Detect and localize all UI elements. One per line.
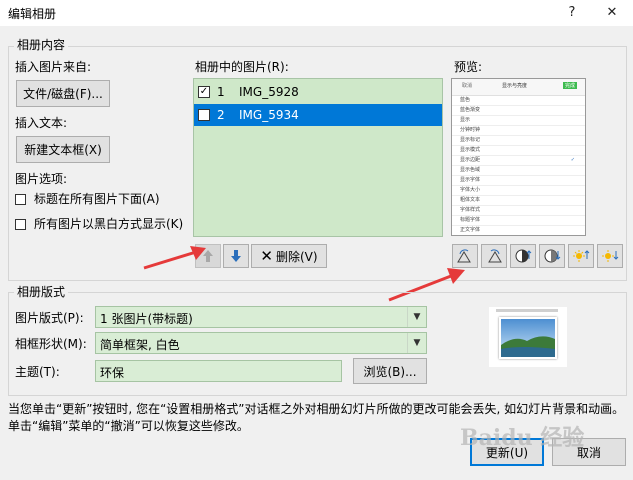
preview-list-row: 分钟时钟 — [452, 126, 585, 136]
black-white-checkbox[interactable] — [15, 219, 26, 230]
preview-header-title: 显示与亮度 — [502, 83, 528, 89]
preview-list-row: 字体大小 — [452, 186, 585, 196]
help-button[interactable]: ? — [552, 0, 592, 26]
picture-number: 2 — [217, 108, 225, 122]
preview-list-row: 标题字体 — [452, 216, 585, 226]
landscape-image — [501, 319, 555, 357]
preview-list-row: 正文字体 — [452, 226, 585, 235]
preview-image: 取消 显示与亮度 完成 蓝色 蓝色渐变 显示 分钟时钟 显示标记 显示模式 显示边距 ✓ 显示色… — [451, 78, 586, 236]
window-title: 编辑相册 — [8, 7, 57, 21]
insert-from-label: 插入图片来自: — [15, 60, 92, 74]
preview-list-row: 显示边距 ✓ — [452, 156, 585, 166]
captions-below-checkbox[interactable] — [15, 194, 26, 205]
picture-checkbox[interactable]: ✓ — [198, 86, 210, 98]
black-white-label: 所有图片以黑白方式显示(K) — [34, 217, 184, 231]
picture-number: 1 — [217, 85, 225, 99]
frame-shape-select[interactable]: 简单框架, 白色 ▼ — [95, 332, 427, 354]
brightness-up-icon — [573, 250, 590, 262]
title-bar: 编辑相册 ? ✕ — [0, 0, 633, 26]
picture-name: IMG_5928 — [239, 85, 299, 99]
preview-label: 预览: — [454, 60, 483, 74]
move-down-button[interactable] — [223, 244, 249, 268]
picture-checkbox[interactable] — [198, 109, 210, 121]
delete-label: 删除(V) — [276, 249, 318, 264]
contrast-down-icon — [544, 249, 561, 263]
preview-list-row: 蓝色 — [452, 96, 585, 106]
frame-shape-label: 相框形状(M): — [15, 337, 87, 351]
rotate-right-button[interactable] — [481, 244, 507, 268]
theme-input[interactable]: 环保 — [95, 360, 342, 382]
picture-layout-select[interactable]: 1 张图片(带标题) ▼ — [95, 306, 427, 328]
preview-list-row: 显示色域 — [452, 166, 585, 176]
theme-label: 主题(T): — [15, 365, 60, 379]
preview-phone-list: 蓝色 蓝色渐变 显示 分钟时钟 显示标记 显示模式 显示边距 ✓ 显示色域 显示字体 字体大小 粗体文… — [452, 96, 585, 235]
picture-name: IMG_5934 — [239, 108, 299, 122]
insert-text-label: 插入文本: — [15, 116, 68, 130]
preview-header-left: 取消 — [462, 83, 473, 89]
preview-list-row: 显示模式 — [452, 146, 585, 156]
chevron-down-icon: ▼ — [407, 307, 426, 327]
close-button[interactable]: ✕ — [592, 0, 632, 26]
picture-layout-value: 1 张图片(带标题) — [100, 312, 193, 326]
list-item[interactable]: ✓ 1 IMG_5928 — [194, 81, 442, 103]
preview-list-row: 蓝色渐变 — [452, 106, 585, 116]
thumbnail-frame — [499, 317, 557, 359]
increase-contrast-button[interactable] — [510, 244, 536, 268]
pictures-in-album-label: 相册中的图片(R): — [195, 60, 289, 74]
layout-thumbnail — [489, 307, 567, 367]
album-layout-legend: 相册版式 — [14, 285, 69, 299]
new-textbox-button[interactable]: 新建文本框(X) — [16, 136, 110, 163]
decrease-contrast-button[interactable] — [539, 244, 565, 268]
delete-x-icon: ✕ — [260, 247, 273, 265]
edit-album-dialog: 编辑相册 ? ✕ 相册内容 插入图片来自: 文件/磁盘(F)... 插入文本: … — [0, 0, 633, 480]
theme-value: 环保 — [100, 366, 125, 380]
preview-list-row: 粗体文本 — [452, 196, 585, 206]
baidu-watermark: Baidu 经验 — [460, 425, 585, 451]
chevron-down-icon: ▼ — [407, 333, 426, 353]
arrow-down-icon — [231, 250, 241, 262]
list-item-selected[interactable]: 2 IMG_5934 — [194, 104, 442, 126]
red-arrow-left — [143, 246, 206, 270]
brightness-down-icon — [602, 250, 619, 262]
decrease-brightness-button[interactable] — [597, 244, 623, 268]
album-content-legend: 相册内容 — [14, 38, 69, 52]
preview-check-icon: ✓ — [570, 157, 575, 163]
picture-layout-label: 图片版式(P): — [15, 311, 84, 325]
thumbnail-title-bar — [496, 309, 558, 312]
contrast-up-icon — [515, 249, 532, 263]
preview-list-row: 显示字体 — [452, 176, 585, 186]
preview-list-row: 字体样式 — [452, 206, 585, 216]
frame-shape-value: 简单框架, 白色 — [100, 338, 180, 352]
increase-brightness-button[interactable] — [568, 244, 594, 268]
file-disk-button[interactable]: 文件/磁盘(F)... — [16, 80, 110, 107]
picture-options-label: 图片选项: — [15, 172, 68, 186]
preview-list-row: 显示标记 — [452, 136, 585, 146]
preview-header-right: 完成 — [562, 82, 577, 89]
rotate-right-icon — [488, 249, 502, 263]
delete-button[interactable]: ✕ 删除(V) — [251, 244, 327, 268]
browse-button[interactable]: 浏览(B)... — [353, 358, 427, 384]
captions-below-label: 标题在所有图片下面(A) — [34, 192, 160, 206]
pictures-listbox[interactable]: ✓ 1 IMG_5928 2 IMG_5934 — [193, 78, 443, 237]
preview-list-row: 显示 — [452, 116, 585, 126]
preview-phone-header: 取消 显示与亮度 完成 — [452, 79, 585, 96]
